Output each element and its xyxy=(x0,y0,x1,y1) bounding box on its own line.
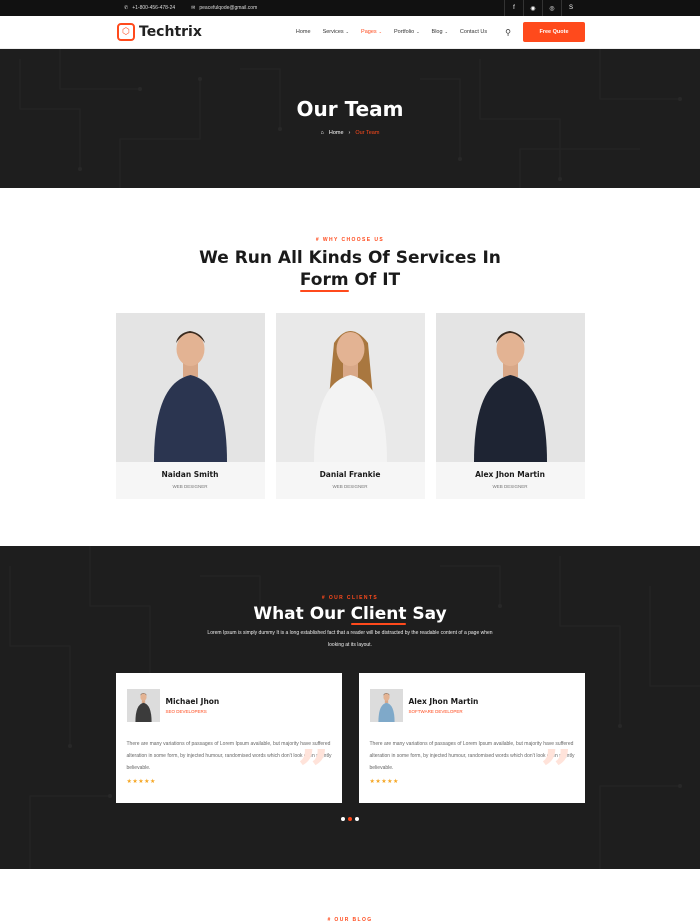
chevron-down-icon: ⌄ xyxy=(444,29,448,34)
nav-label: Services xyxy=(322,29,344,35)
nav-item-contact[interactable]: Contact Us xyxy=(460,29,487,35)
breadcrumb: ⌂ Home › Our Team xyxy=(0,130,700,136)
person-illustration xyxy=(435,313,585,462)
title-line: We Run All Kinds Of Services In xyxy=(199,248,501,268)
person-illustration xyxy=(115,313,265,462)
chevron-down-icon: ⌄ xyxy=(416,29,420,34)
nav-menu: Home Services ⌄ Pages ⌄ Portfolio ⌄ Blog ⌄ C… xyxy=(296,28,511,37)
chevron-down-icon: ⌄ xyxy=(345,29,350,34)
page-hero: Our Team ⌂ Home › Our Team xyxy=(0,49,700,188)
team-member-role: WEB DESIGNER xyxy=(492,484,528,489)
carousel-dots xyxy=(0,817,700,821)
testimonial-cards: Michael Jhon SEO DEVELOPERS There are many… xyxy=(0,673,700,803)
team-member-photo xyxy=(275,313,425,462)
chevron-down-icon: ⌄ xyxy=(378,29,382,34)
nav-item-blog[interactable]: Blog ⌄ xyxy=(432,29,448,35)
title-highlight: Form xyxy=(299,270,349,292)
breadcrumb-current: Our Team xyxy=(355,130,380,136)
carousel-dot[interactable] xyxy=(341,817,345,821)
section-eyebrow: # OUR BLOG xyxy=(327,917,373,923)
avatar xyxy=(126,689,160,722)
section-title: What Our Client Say xyxy=(0,604,700,625)
team-member-photo xyxy=(435,313,585,462)
top-bar: ✆ +1-800-456-478-24 ✉ peacefulqode@gmail… xyxy=(0,0,700,16)
free-quote-button[interactable]: Free Quote xyxy=(523,22,585,42)
carousel-dot-active[interactable] xyxy=(348,817,352,821)
logo[interactable]: ⬡ Techtrix xyxy=(117,23,202,41)
testimonial-name: Michael Jhon xyxy=(165,697,220,706)
search-icon[interactable]: ⚲ xyxy=(505,28,511,37)
logo-text: Techtrix xyxy=(139,24,202,40)
nav-label: Portfolio xyxy=(394,29,415,35)
instagram-icon[interactable]: ◎ xyxy=(542,0,561,16)
team-member-card[interactable]: Naidan Smith WEB DESIGNER xyxy=(115,313,265,499)
team-member-name: Alex Jhon Martin xyxy=(475,470,545,479)
title-pre: What Our xyxy=(253,604,351,624)
section-title: We Run All Kinds Of Services In Form Of … xyxy=(0,247,700,292)
home-icon: ⌂ xyxy=(320,130,324,136)
title-rest: Of IT xyxy=(348,270,401,290)
testimonial-card: Alex Jhon Martin SOFTWARE DEVELOPER There … xyxy=(358,673,585,804)
section-eyebrow: # WHY CHOOSE US xyxy=(315,237,385,243)
email-address: peacefulqode@gmail.com xyxy=(199,5,258,11)
testimonial-role: SOFTWARE DEVELOPER xyxy=(408,709,463,714)
title-post: Say xyxy=(406,604,447,624)
nav-item-services[interactable]: Services ⌄ xyxy=(323,29,349,35)
testimonial-role: SEO DEVELOPERS xyxy=(165,709,207,714)
person-illustration xyxy=(126,689,160,722)
team-member-card[interactable]: Alex Jhon Martin WEB DESIGNER xyxy=(435,313,585,499)
testimonial-name: Alex Jhon Martin xyxy=(408,697,479,706)
testimonial-card: Michael Jhon SEO DEVELOPERS There are many… xyxy=(115,673,342,804)
carousel-dot[interactable] xyxy=(355,817,359,821)
nav-item-home[interactable]: Home xyxy=(296,29,311,35)
section-eyebrow: # OUR CLIENTS xyxy=(321,595,379,601)
testimonial-header: Alex Jhon Martin SOFTWARE DEVELOPER xyxy=(369,689,574,722)
nav-label: Pages xyxy=(361,29,377,35)
testimonial-header: Michael Jhon SEO DEVELOPERS xyxy=(126,689,331,722)
team-member-card[interactable]: Danial Frankie WEB DESIGNER xyxy=(275,313,425,499)
breadcrumb-home[interactable]: Home xyxy=(329,130,344,136)
facebook-icon[interactable]: f xyxy=(504,0,523,16)
quote-icon: ” xyxy=(297,738,330,804)
team-section: # WHY CHOOSE US We Run All Kinds Of Serv… xyxy=(0,188,700,546)
phone-icon: ✆ xyxy=(124,5,129,11)
nav-item-portfolio[interactable]: Portfolio ⌄ xyxy=(394,29,420,35)
github-icon[interactable]: ◉ xyxy=(523,0,542,16)
page-title: Our Team xyxy=(296,97,404,121)
nav-item-pages[interactable]: Pages ⌄ xyxy=(361,29,382,35)
testimonials-section: # OUR CLIENTS What Our Client Say Lorem … xyxy=(0,546,700,869)
quote-icon: ” xyxy=(540,738,573,804)
main-navigation: ⬡ Techtrix Home Services ⌄ Pages ⌄ Portfol… xyxy=(0,16,700,49)
team-member-role: WEB DESIGNER xyxy=(332,484,368,489)
avatar xyxy=(369,689,403,722)
person-illustration xyxy=(275,313,425,462)
breadcrumb-separator: › xyxy=(348,130,351,136)
title-highlight: Client xyxy=(350,604,407,625)
team-member-name: Naidan Smith xyxy=(161,470,219,479)
person-illustration xyxy=(369,689,403,722)
blog-section: # OUR BLOG xyxy=(0,869,700,924)
team-member-name: Danial Frankie xyxy=(319,470,381,479)
team-member-role: WEB DESIGNER xyxy=(172,484,208,489)
logo-icon: ⬡ xyxy=(117,23,135,41)
section-description: Lorem Ipsum is simply dummy It is a long… xyxy=(207,630,493,648)
mail-icon: ✉ xyxy=(191,5,196,11)
team-member-photo xyxy=(115,313,265,462)
team-cards: Naidan Smith WEB DESIGNER Danial Frankie WE… xyxy=(0,313,700,499)
phone-contact[interactable]: ✆ +1-800-456-478-24 xyxy=(124,5,175,11)
nav-label: Blog xyxy=(431,29,443,35)
email-contact[interactable]: ✉ peacefulqode@gmail.com xyxy=(191,5,257,11)
phone-number: +1-800-456-478-24 xyxy=(132,5,176,11)
skype-icon[interactable]: S xyxy=(561,0,580,16)
